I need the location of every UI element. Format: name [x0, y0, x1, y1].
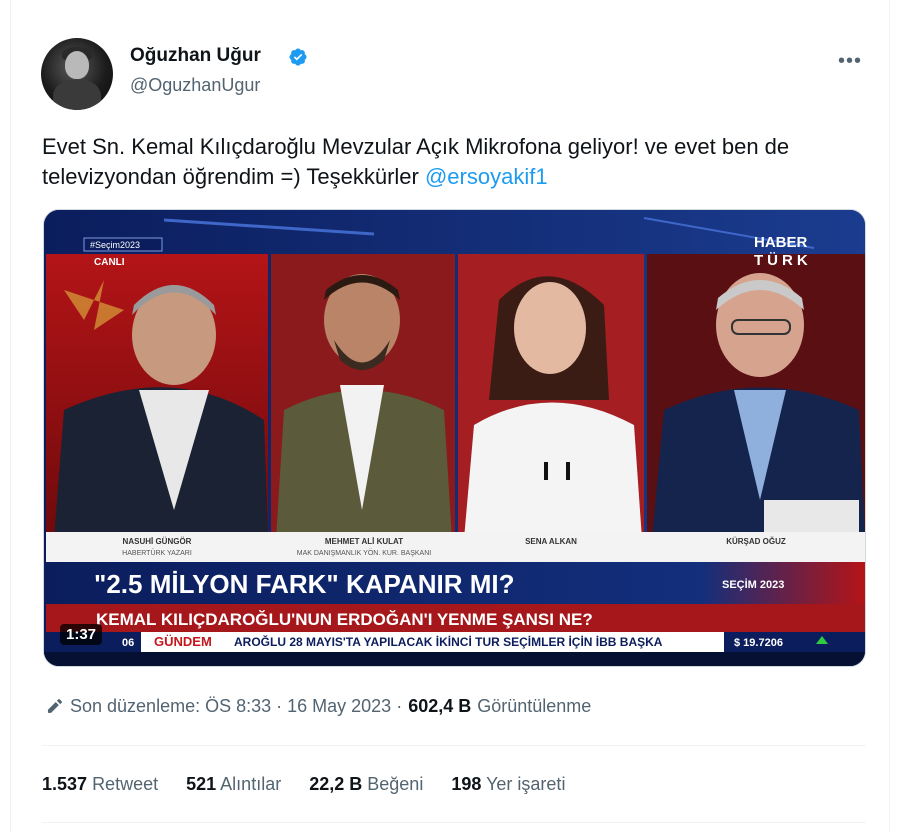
- headline-tag: SEÇİM 2023: [722, 578, 784, 591]
- panelist-name: NASUHİ GÜNGÖR: [123, 537, 192, 546]
- video-frame: #Seçim2023 CANLI HABER TÜRK NASUHİ GÜNGÖ…: [44, 210, 865, 666]
- engagement-stats: 1.537 Retweet 521 Alıntılar 22,2 B Beğen…: [42, 774, 565, 795]
- panelist-name: MEHMET ALİ KULAT: [325, 537, 403, 546]
- ticker-text: AROĞLU 28 MAYIS'TA YAPILACAK İKİNCİ TUR …: [234, 634, 663, 649]
- likes-count: 22,2 B: [309, 774, 363, 794]
- panelist-name: KÜRŞAD OĞUZ: [726, 537, 786, 546]
- video-player[interactable]: #Seçim2023 CANLI HABER TÜRK NASUHİ GÜNGÖ…: [43, 209, 866, 667]
- quotes-label: Alıntılar: [220, 774, 282, 794]
- panelist-name: SENA ALKAN: [525, 537, 577, 546]
- author-handle[interactable]: @OguzhanUgur: [130, 75, 260, 96]
- bookmarks-count: 198: [451, 774, 482, 794]
- verified-badge-icon: [289, 48, 307, 66]
- avatar[interactable]: [41, 38, 113, 110]
- tweet-body: Evet Sn. Kemal Kılıçdaroğlu Mevzular Açı…: [42, 134, 790, 189]
- subheadline-text: KEMAL KILIÇDAROĞLU'NUN ERDOĞAN'I YENME Ş…: [96, 610, 593, 629]
- retweets-label: Retweet: [92, 774, 159, 794]
- retweets-count: 1.537: [42, 774, 88, 794]
- panelist-title: MAK DANIŞMANLIK YÖN. KUR. BAŞKANI: [297, 549, 432, 557]
- quotes-count: 521: [186, 774, 217, 794]
- channel-logo-line2: TÜRK: [754, 252, 812, 269]
- divider: [42, 745, 866, 746]
- panelist-title: HABERTÜRK YAZARI: [122, 549, 192, 557]
- avatar-torso: [53, 80, 101, 110]
- live-label: CANLI: [94, 257, 125, 268]
- hashtag-label: #Seçim2023: [90, 240, 140, 250]
- bookmarks-stat[interactable]: 198 Yer işareti: [451, 774, 565, 795]
- views-count: 602,4 B: [408, 696, 472, 716]
- mention-link[interactable]: @ersoyakif1: [425, 164, 548, 189]
- quotes-stat[interactable]: 521 Alıntılar: [186, 774, 281, 795]
- edited-timestamp[interactable]: Son düzenleme: ÖS 8:33 · 16 May 2023 ·: [70, 696, 402, 717]
- video-duration-badge: 1:37: [60, 624, 103, 645]
- views-label: Görüntülenme: [477, 696, 592, 716]
- ticker-price: $ 19.7206: [734, 637, 783, 649]
- channel-logo-line1: HABER: [754, 234, 808, 251]
- retweets-stat[interactable]: 1.537 Retweet: [42, 774, 158, 795]
- ticker-time: 06: [122, 637, 134, 649]
- divider: [42, 822, 866, 823]
- likes-label: Beğeni: [367, 774, 424, 794]
- ticker-label: GÜNDEM: [154, 634, 212, 649]
- tweet-meta: Son düzenleme: ÖS 8:33 · 16 May 2023 · 6…: [44, 696, 591, 717]
- tweet-text: Evet Sn. Kemal Kılıçdaroğlu Mevzular Açı…: [42, 132, 872, 192]
- avatar-face: [65, 51, 89, 79]
- likes-stat[interactable]: 22,2 B Beğeni: [309, 774, 423, 795]
- bookmarks-label: Yer işareti: [486, 774, 566, 794]
- headline-text: "2.5 MİLYON FARK" KAPANIR MI?: [94, 569, 514, 599]
- more-options-icon[interactable]: •••: [838, 50, 862, 73]
- pencil-icon: [47, 698, 62, 713]
- author-name[interactable]: Oğuzhan Uğur: [130, 45, 261, 67]
